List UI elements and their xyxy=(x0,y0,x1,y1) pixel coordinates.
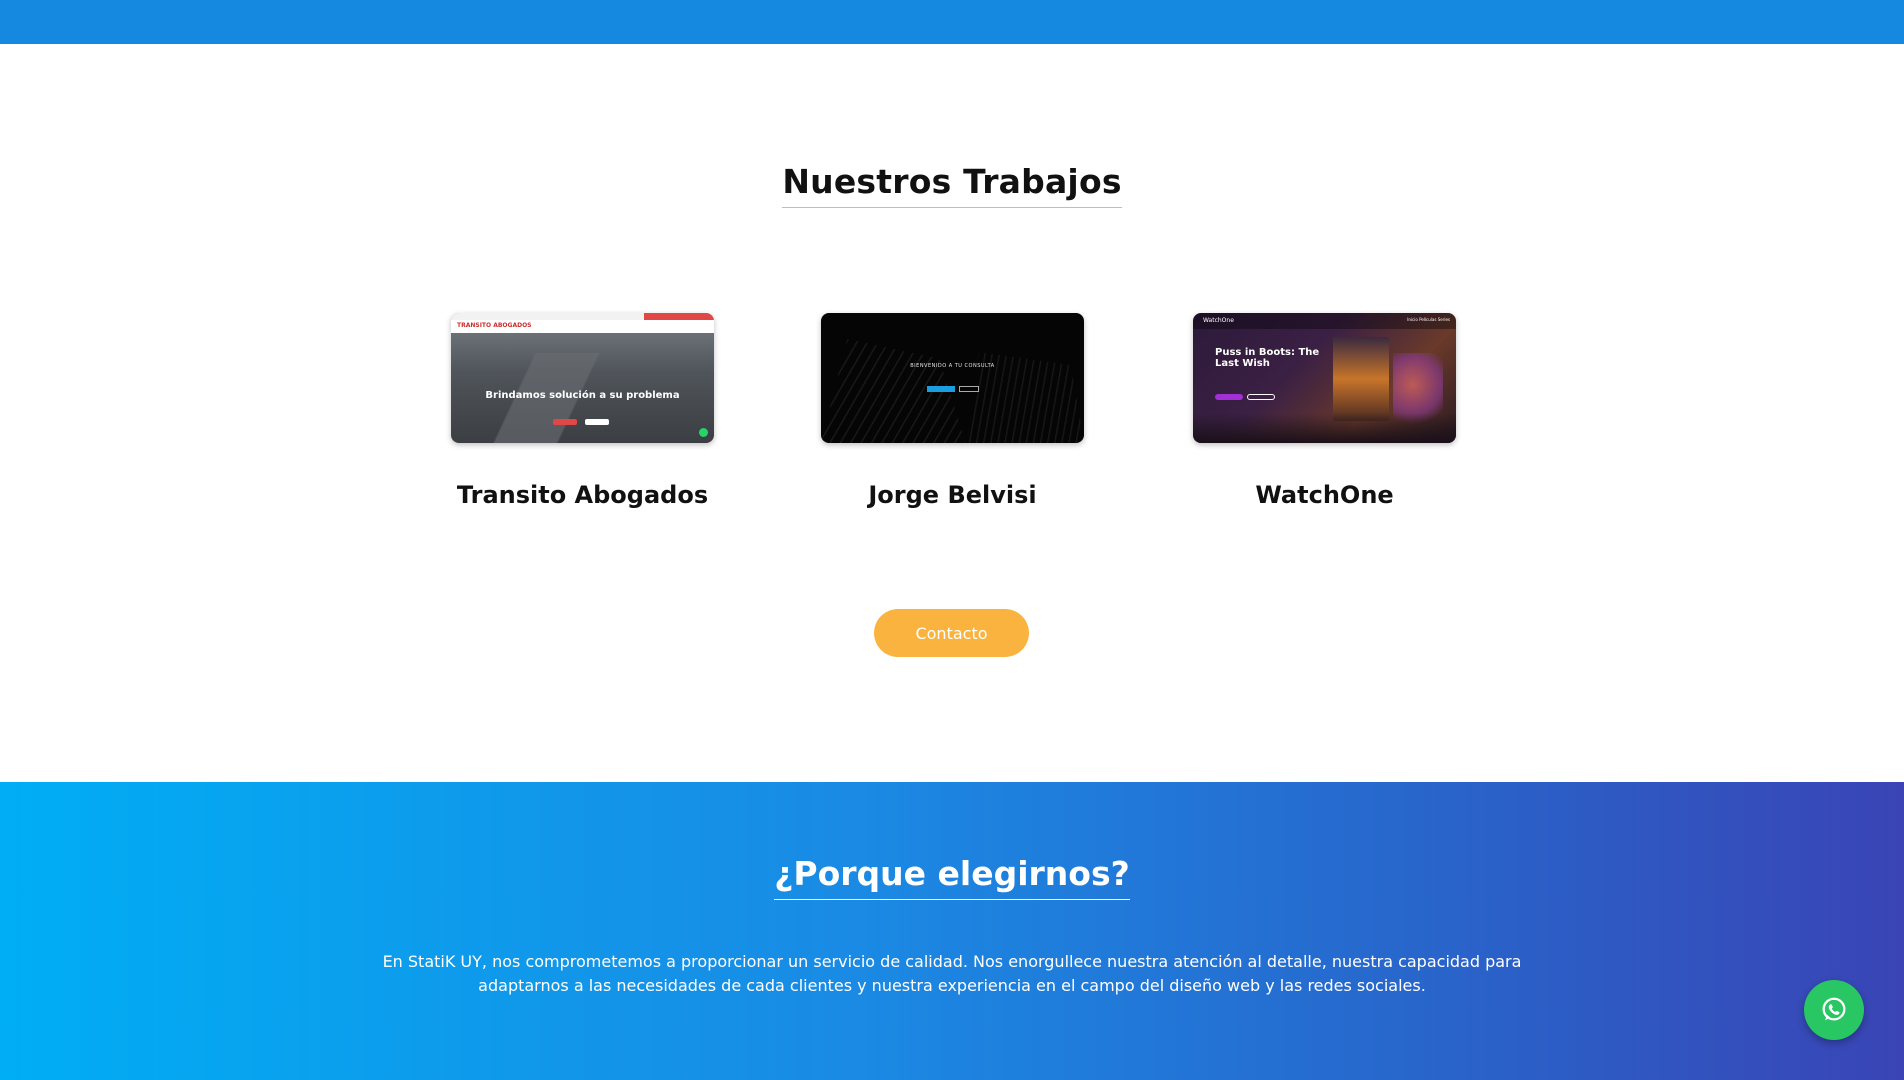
thumb-headline: BIENVENIDO A TU CONSULTA xyxy=(910,363,995,369)
thumb-logo: WatchOne xyxy=(1203,317,1234,324)
thumb-logo: TRANSITO ABOGADOS xyxy=(457,322,532,329)
thumb-button-primary xyxy=(927,386,955,392)
project-name-watchone[interactable]: WatchOne xyxy=(1153,481,1496,509)
project-thumbnail-transito[interactable]: TRANSITO ABOGADOS Brindamos solución a s… xyxy=(451,313,714,443)
project-name-jorge[interactable]: Jorge Belvisi xyxy=(781,481,1124,509)
thumb-contact-strip xyxy=(644,313,714,320)
why-title-wrap: ¿Porque elegirnos? xyxy=(0,854,1904,900)
why-description: En StatiK UY, nos comprometemos a propor… xyxy=(382,952,1522,995)
project-card-transito[interactable]: TRANSITO ABOGADOS Brindamos solución a s… xyxy=(451,313,714,509)
thumb-headline: Puss in Boots: The Last Wish xyxy=(1215,347,1320,369)
thumb-button-secondary xyxy=(1247,394,1275,400)
why-title: ¿Porque elegirnos? xyxy=(774,854,1130,900)
thumb-button-secondary xyxy=(959,386,979,392)
whatsapp-icon xyxy=(1822,997,1846,1021)
thumb-whatsapp-icon xyxy=(699,428,708,437)
project-name-transito[interactable]: Transito Abogados xyxy=(411,481,754,509)
project-card-jorge[interactable]: BIENVENIDO A TU CONSULTA Jorge Belvisi xyxy=(821,313,1084,509)
thumb-nav-links: Inicio Películas Series xyxy=(1407,317,1450,322)
whatsapp-button[interactable] xyxy=(1804,980,1864,1040)
page: Nuestros Trabajos TRANSITO ABOGADOS Brin… xyxy=(0,0,1904,1080)
top-bar xyxy=(0,0,1904,44)
thumb-headline: Brindamos solución a su problema xyxy=(485,390,680,401)
thumb-button-primary xyxy=(1215,394,1243,400)
project-thumbnail-watchone[interactable]: WatchOne Inicio Películas Series Puss in… xyxy=(1193,313,1456,443)
works-title-wrap: Nuestros Trabajos xyxy=(0,162,1904,208)
works-title: Nuestros Trabajos xyxy=(782,162,1122,208)
thumb-fade xyxy=(1193,413,1456,443)
thumb-button-primary xyxy=(553,419,577,425)
thumb-movie-poster xyxy=(1333,337,1389,421)
why-section: ¿Porque elegirnos? En StatiK UY, nos com… xyxy=(0,782,1904,1080)
thumb-button-secondary xyxy=(585,419,609,425)
project-card-watchone[interactable]: WatchOne Inicio Películas Series Puss in… xyxy=(1193,313,1456,509)
project-thumbnail-jorge[interactable]: BIENVENIDO A TU CONSULTA xyxy=(821,313,1084,443)
contact-button[interactable]: Contacto xyxy=(874,609,1029,657)
